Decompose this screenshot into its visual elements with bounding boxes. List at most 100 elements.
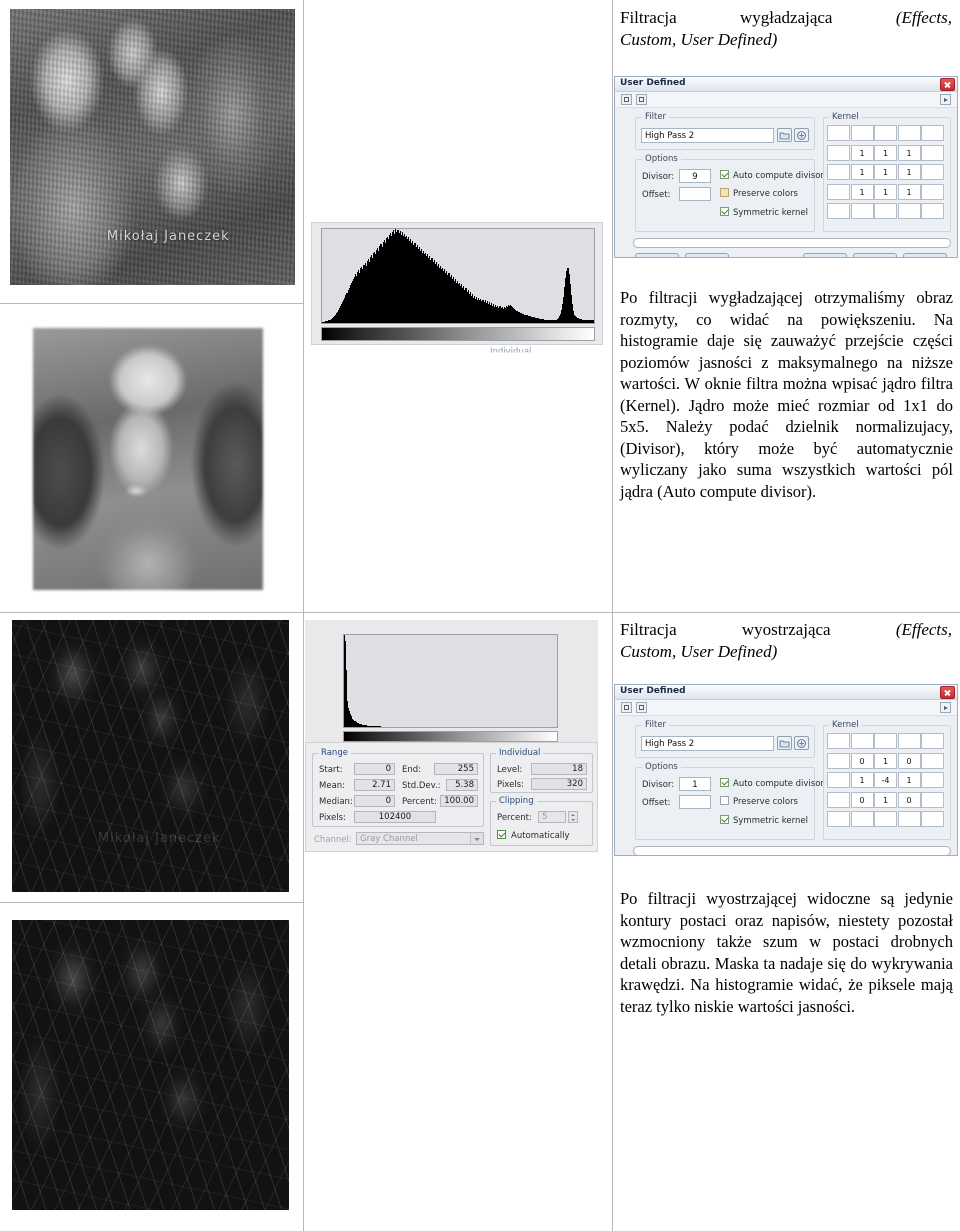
expand-panel-icon[interactable] [940, 94, 951, 105]
kernel-cell-3-1[interactable]: 0 [850, 791, 874, 808]
dialog-button-1e[interactable] [903, 253, 947, 257]
kernel-cell-2-2[interactable]: -4 [874, 772, 897, 788]
kernel-cell-3-2[interactable]: 1 [874, 791, 897, 808]
open-filter-icon-2[interactable] [621, 702, 632, 713]
kernel-cell-0-3[interactable] [897, 733, 921, 749]
expand-panel-icon-2[interactable] [940, 702, 951, 713]
kernel-cell-1-1[interactable]: 0 [850, 752, 874, 769]
kernel-cell-4-1[interactable] [850, 811, 874, 827]
kernel-cell-4-4[interactable] [921, 203, 944, 219]
close-icon[interactable] [940, 78, 955, 91]
histogram-plot-smoothed [321, 228, 595, 324]
dialog-button-1c[interactable] [803, 253, 847, 257]
kernel-cell-2-1[interactable]: 1 [850, 164, 874, 180]
kernel-cell-2-0[interactable] [827, 164, 850, 180]
kernel-cell-4-2[interactable] [874, 203, 897, 219]
chevron-down-icon[interactable] [470, 833, 483, 844]
kernel-cell-0-1[interactable] [850, 733, 874, 749]
kernel-cell-4-4[interactable] [921, 811, 944, 827]
kernel-cell-2-3[interactable]: 1 [897, 772, 921, 788]
close-icon-2[interactable] [940, 686, 955, 699]
channel-select[interactable]: Gray Channel [356, 832, 484, 845]
kernel-cell-1-3[interactable]: 1 [897, 144, 921, 161]
start-value[interactable]: 0 [354, 763, 395, 775]
edit-filter-icon-1[interactable] [794, 128, 809, 142]
load-filter-icon-1[interactable] [777, 128, 792, 142]
symmetric-kernel-checkbox-1[interactable] [720, 207, 729, 216]
kernel-cell-1-0[interactable] [827, 144, 850, 161]
kernel-cell-3-2[interactable]: 1 [874, 183, 897, 200]
kernel-cell-2-4[interactable] [921, 772, 944, 788]
kernel-cell-4-2[interactable] [874, 811, 897, 827]
dialog-titlebar-2[interactable]: User Defined [615, 685, 957, 700]
kernel-cell-0-4[interactable] [921, 125, 944, 141]
kernel-cell-0-3[interactable] [897, 125, 921, 141]
dialog-user-defined-sharpening[interactable]: User Defined Filter High Pass 2 Options … [614, 684, 958, 856]
dialog-user-defined-smoothing[interactable]: User Defined Filter High Pass 2 Options … [614, 76, 958, 258]
kernel-cell-1-3[interactable]: 0 [897, 752, 921, 769]
save-filter-icon[interactable] [636, 94, 647, 105]
dialog-button-1d[interactable] [853, 253, 897, 257]
kernel-cell-0-0[interactable] [827, 733, 850, 749]
kernel-cell-1-0[interactable] [827, 752, 850, 769]
clipping-group-label: Clipping [496, 796, 537, 806]
end-value[interactable]: 255 [434, 763, 478, 775]
auto-compute-divisor-checkbox-1[interactable] [720, 170, 729, 179]
start-label: Start: [319, 765, 343, 775]
kernel-cell-3-4[interactable] [921, 791, 944, 808]
dialog-button-1b[interactable] [685, 253, 729, 257]
kernel-cell-0-1[interactable] [850, 125, 874, 141]
stddev-value: 5.38 [446, 779, 478, 791]
heading-sharpening-word2: wyostrzająca [741, 620, 831, 639]
kernel-cell-0-2[interactable] [874, 125, 897, 141]
automatically-checkbox[interactable] [497, 830, 506, 839]
load-filter-icon-2[interactable] [777, 736, 792, 750]
auto-compute-divisor-checkbox-2[interactable] [720, 778, 729, 787]
kernel-cell-1-4[interactable] [921, 752, 944, 769]
kernel-cell-1-1[interactable]: 1 [850, 144, 874, 161]
clipping-percent-spinner[interactable] [568, 811, 578, 823]
kernel-cell-1-4[interactable] [921, 144, 944, 161]
dialog-title-1: User Defined [620, 78, 686, 88]
kernel-cell-4-3[interactable] [897, 203, 921, 219]
offset-label-2: Offset: [642, 798, 671, 808]
kernel-cell-2-2[interactable]: 1 [874, 164, 897, 180]
kernel-cell-0-2[interactable] [874, 733, 897, 749]
kernel-cell-4-1[interactable] [850, 203, 874, 219]
kernel-cell-3-3[interactable]: 0 [897, 791, 921, 808]
divisor-input-2[interactable]: 1 [679, 777, 711, 791]
kernel-cell-0-4[interactable] [921, 733, 944, 749]
kernel-cell-3-3[interactable]: 1 [897, 183, 921, 200]
dialog-titlebar-1[interactable]: User Defined [615, 77, 957, 92]
open-filter-icon[interactable] [621, 94, 632, 105]
kernel-cell-4-0[interactable] [827, 203, 850, 219]
kernel-cell-2-4[interactable] [921, 164, 944, 180]
level-label: Level: [497, 765, 523, 775]
kernel-cell-0-0[interactable] [827, 125, 850, 141]
offset-input-2[interactable] [679, 795, 711, 809]
symmetric-kernel-checkbox-2[interactable] [720, 815, 729, 824]
kernel-cell-3-4[interactable] [921, 183, 944, 200]
preserve-colors-checkbox-2[interactable] [720, 796, 729, 805]
kernel-cell-2-1[interactable]: 1 [850, 772, 874, 788]
preserve-colors-checkbox-1[interactable] [720, 188, 729, 197]
kernel-cell-2-3[interactable]: 1 [897, 164, 921, 180]
kernel-cell-4-0[interactable] [827, 811, 850, 827]
filter-name-input-2[interactable]: High Pass 2 [641, 736, 774, 751]
clipping-percent-value[interactable]: 5 [538, 811, 566, 823]
heading-smoothing-line1: Filtracja wygładzająca (Effects, [620, 7, 952, 29]
edit-filter-icon-2[interactable] [794, 736, 809, 750]
divisor-input-1[interactable]: 9 [679, 169, 711, 183]
save-filter-icon-2[interactable] [636, 702, 647, 713]
kernel-cell-3-0[interactable] [827, 791, 850, 808]
kernel-cell-3-1[interactable]: 1 [850, 183, 874, 200]
dialog-button-1a[interactable] [635, 253, 679, 257]
filter-name-input-1[interactable]: High Pass 2 [641, 128, 774, 143]
kernel-cell-1-2[interactable]: 1 [874, 144, 897, 161]
kernel-cell-3-0[interactable] [827, 183, 850, 200]
kernel-cell-2-0[interactable] [827, 772, 850, 788]
kernel-cell-1-2[interactable]: 1 [874, 752, 897, 769]
dialog-toolbar-2 [615, 700, 957, 716]
offset-input-1[interactable] [679, 187, 711, 201]
kernel-cell-4-3[interactable] [897, 811, 921, 827]
